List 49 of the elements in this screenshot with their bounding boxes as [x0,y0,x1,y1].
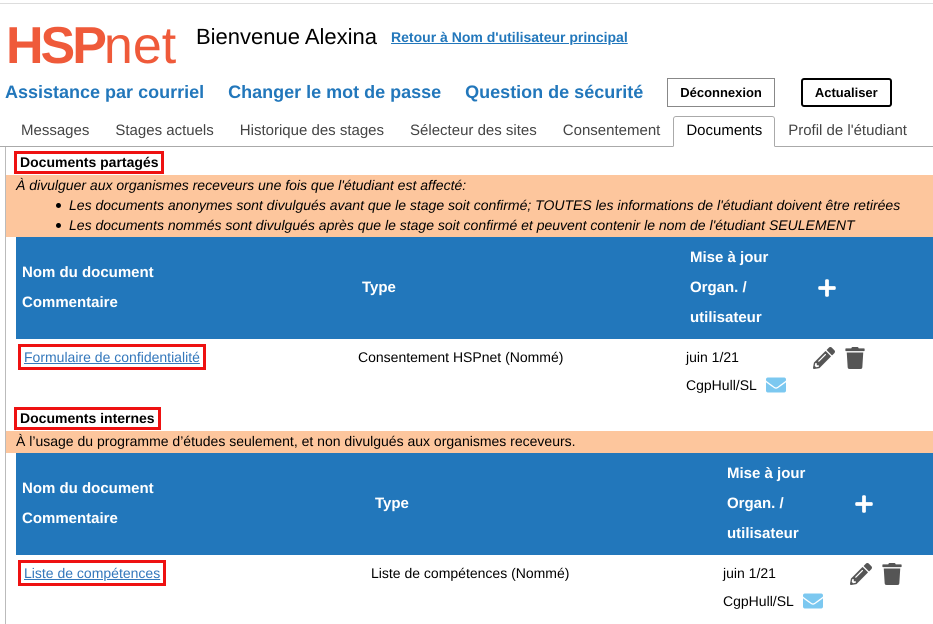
column-header: utilisateur [727,524,799,544]
bullet-icon [56,203,61,208]
column-header: Type [375,494,409,514]
add-icon[interactable] [817,278,837,298]
column-header: Mise à jour [727,464,806,484]
tab[interactable]: Documents [673,116,776,147]
column-header: Nom du document [22,263,154,283]
tab[interactable]: Sélecteur des sites [397,116,550,147]
nav-link[interactable]: Question de sécurité [465,79,644,106]
document-link[interactable]: Formulaire de confidentialité [18,344,206,370]
table-cell-text: juin 1/21 [723,564,776,583]
bullet-text: Les documents anonymes sont divulgués avant que le stage soit confirmé; TOUTES les informations de l'étudiant doivent être retirées [69,196,900,215]
column-header: Commentaire [22,293,118,313]
bullet-text: Les documents nommés sont divulgués après que le stage soit confirmé et peuvent contenir le nom de l'étudiant SEULEMENT [69,216,855,235]
edit-icon[interactable] [813,347,835,369]
nav-link[interactable]: Changer le mot de passe [228,79,442,106]
table-cell-text: juin 1/21 [686,348,739,367]
bullet-icon [56,223,61,228]
column-header: Organ. / [690,278,747,298]
delete-icon[interactable] [845,347,865,369]
add-icon[interactable] [854,494,874,514]
tab[interactable]: Stages actuels [102,116,227,147]
logo: HSPnet [6,18,178,70]
back-link[interactable]: Retour à Nom d'utilisateur principal [391,26,628,48]
description-text: À divulguer aux organismes receveurs une fois que l'étudiant est affecté: [16,176,468,195]
column-header: Organ. / [727,494,784,514]
tab[interactable]: Profil de l'étudiant [775,116,920,147]
section-title: Documents partagés [14,151,164,174]
description-text: À l’usage du programme d’études seulement, et non divulgués aux organismes receveurs. [16,432,577,451]
document-link[interactable]: Liste de compétences [18,560,166,586]
tab[interactable]: Consentement [550,116,674,147]
section-title: Documents internes [14,407,161,430]
column-header: utilisateur [690,308,762,328]
table-cell-text: Consentement HSPnet (Nommé) [358,348,564,367]
tab[interactable]: Messages [8,116,102,147]
edit-icon[interactable] [850,563,872,585]
tab[interactable]: Historique des stages [226,116,398,147]
table-cell-text: Liste de compétences (Nommé) [371,564,570,583]
nav-link[interactable]: Assistance par courriel [5,79,204,106]
welcome-text: Bienvenue Alexina [196,22,378,50]
column-header: Nom du document [22,479,154,499]
column-header: Commentaire [22,509,118,529]
header-button[interactable]: Déconnexion [667,78,775,107]
table-cell-text: CgpHull/SL [723,592,794,611]
delete-icon[interactable] [882,563,902,585]
column-header: Mise à jour [690,248,768,268]
column-header: Type [362,278,396,298]
table-cell-text: CgpHull/SL [686,376,757,395]
header-button[interactable]: Actualiser [800,78,892,107]
